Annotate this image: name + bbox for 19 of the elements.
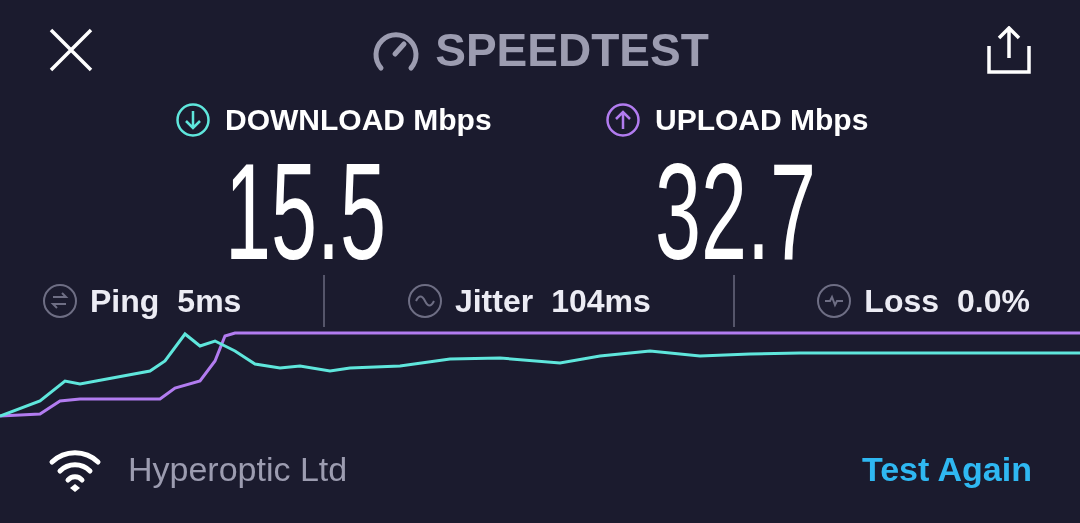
arrows-swap-icon: [42, 283, 78, 319]
result-label: UPLOAD Mbps: [655, 103, 869, 137]
stat-value: 104ms: [551, 282, 651, 320]
pulse-icon: [816, 283, 853, 319]
stat-value: 0.0%: [957, 282, 1030, 320]
share-button[interactable]: [986, 26, 1032, 74]
test-again-button[interactable]: Test Again: [861, 450, 1032, 489]
stat-value: 5ms: [177, 282, 242, 320]
result-value: 32.7: [655, 142, 817, 272]
close-button[interactable]: [48, 27, 94, 73]
result-label: DOWNLOAD Mbps: [225, 103, 492, 137]
wifi-icon: [48, 447, 102, 492]
stat-label: Loss: [864, 282, 939, 320]
stat-label: Ping: [90, 282, 160, 320]
provider-name: Hyperoptic Ltd: [128, 450, 348, 489]
result-value: 15.5: [225, 142, 387, 272]
wave-icon: [406, 283, 443, 319]
stat-label: Jitter: [454, 282, 534, 320]
app-title: SPEEDTEST: [435, 23, 709, 77]
